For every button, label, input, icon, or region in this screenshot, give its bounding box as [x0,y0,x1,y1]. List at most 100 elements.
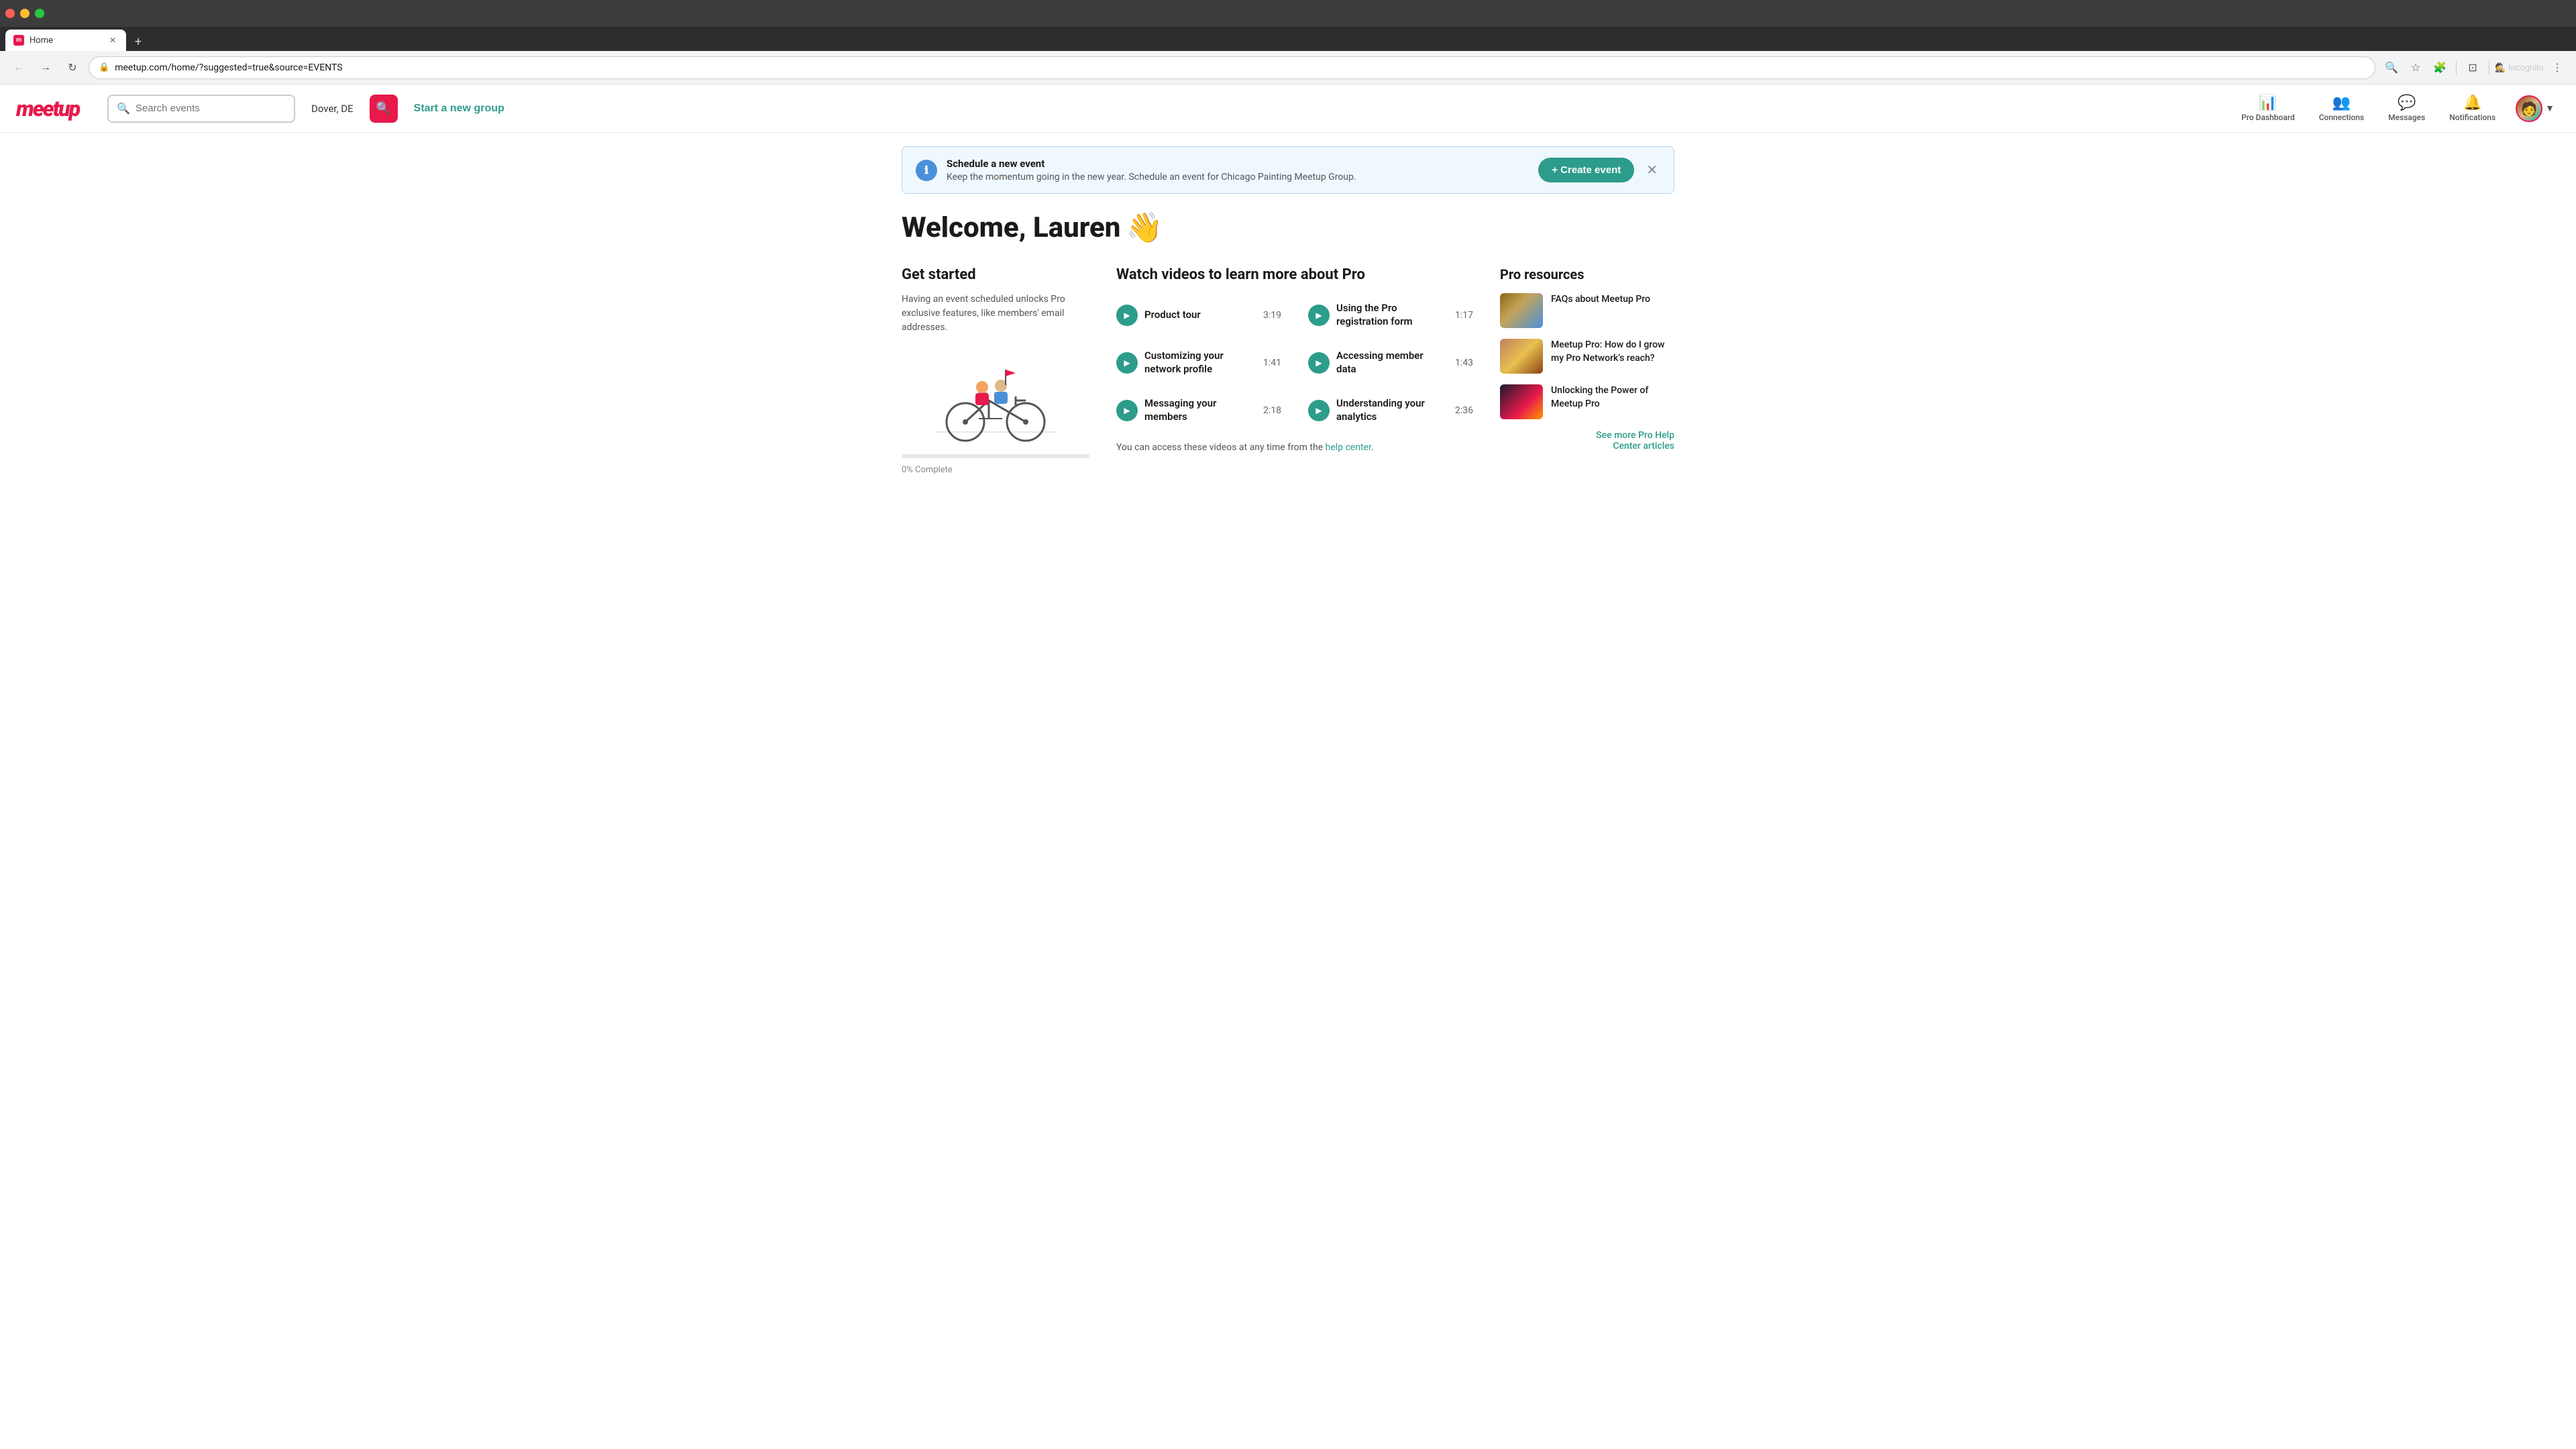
resource-item[interactable]: Unlocking the Power of Meetup Pro [1500,384,1674,419]
header-nav: 📊 Pro Dashboard 👥 Connections 💬 Messages… [2232,91,2560,126]
play-button: ▶ [1116,305,1138,326]
banner-text: Schedule a new event Keep the momentum g… [947,158,1529,182]
help-center-link[interactable]: help center [1326,442,1371,453]
resource-item[interactable]: FAQs about Meetup Pro [1500,293,1674,328]
play-button: ▶ [1116,352,1138,374]
progress-section: 0% Complete [902,454,1089,475]
video-item[interactable]: ▶ Using the Pro registration form 1:17 [1308,297,1473,333]
video-info: Understanding your analytics [1336,397,1440,423]
resource-item[interactable]: Meetup Pro: How do I grow my Pro Network… [1500,339,1674,374]
chevron-down-icon: ▼ [2545,103,2555,114]
video-title: Understanding your analytics [1336,397,1440,423]
banner-close-button[interactable]: ✕ [1644,162,1660,178]
video-item[interactable]: ▶ Accessing member data 1:43 [1308,344,1473,381]
video-duration: 1:43 [1447,358,1473,368]
video-info: Product tour [1144,309,1248,322]
welcome-text: Welcome, Lauren [902,211,1120,244]
video-duration: 3:19 [1255,310,1281,321]
get-started-section: Get started Having an event scheduled un… [902,266,1089,475]
notification-banner: ℹ Schedule a new event Keep the momentum… [902,146,1674,194]
video-duration: 1:17 [1447,310,1473,321]
window-controls [5,9,44,18]
resource-title: Meetup Pro: How do I grow my Pro Network… [1551,339,1674,374]
progress-bar-container [902,454,1089,458]
window-minimize-button[interactable] [20,9,30,18]
back-button[interactable]: ← [8,57,30,78]
video-item[interactable]: ▶ Messaging your members 2:18 [1116,392,1281,429]
main-content: ℹ Schedule a new event Keep the momentum… [885,133,1690,488]
team-bike-svg [928,355,1063,442]
content-grid: Get started Having an event scheduled un… [902,266,1674,475]
see-more-line1: See more Pro Help [1596,430,1674,441]
meetup-logo[interactable]: meetup [16,96,97,121]
extensions-button[interactable]: 🧩 [2429,57,2451,78]
more-menu-button[interactable]: ⋮ [2546,57,2568,78]
browser-titlebar [0,0,2576,27]
video-title: Messaging your members [1144,397,1248,423]
videos-footer: You can access these videos at any time … [1116,442,1473,453]
location-display[interactable]: Dover, DE [306,103,359,115]
nav-connections[interactable]: 👥 Connections [2310,91,2373,126]
dashboard-icon: 📊 [2259,95,2277,111]
play-button: ▶ [1308,305,1330,326]
user-avatar-container[interactable]: 🧑 ▼ [2510,93,2560,125]
connections-icon: 👥 [2332,95,2351,111]
video-duration: 1:41 [1255,358,1281,368]
video-info: Customizing your network profile [1144,350,1248,376]
nav-pro-dashboard[interactable]: 📊 Pro Dashboard [2232,91,2304,126]
video-title: Accessing member data [1336,350,1440,376]
active-tab[interactable]: m Home ✕ [5,30,126,51]
resource-thumbnail [1500,384,1543,419]
search-icon: 🔍 [117,102,130,115]
search-submit-button[interactable]: 🔍 [370,95,398,123]
search-input[interactable] [136,103,286,114]
window-maximize-button[interactable] [35,9,44,18]
bookmark-button[interactable]: ☆ [2405,57,2426,78]
welcome-heading: Welcome, Lauren 👋 [902,210,1674,245]
pro-resources-title: Pro resources [1500,266,1674,282]
video-title: Customizing your network profile [1144,350,1248,376]
connections-label: Connections [2319,113,2364,122]
reload-button[interactable]: ↻ [62,57,83,78]
video-item[interactable]: ▶ Product tour 3:19 [1116,297,1281,333]
notifications-icon: 🔔 [2463,95,2481,111]
messages-icon: 💬 [2398,95,2416,111]
address-bar[interactable]: 🔒 meetup.com/home/?suggested=true&source… [89,56,2375,79]
nav-messages[interactable]: 💬 Messages [2379,91,2434,126]
address-url: meetup.com/home/?suggested=true&source=E… [115,62,2365,73]
profile-switcher-button[interactable]: ⊡ [2462,57,2483,78]
videos-title: Watch videos to learn more about Pro [1116,266,1473,283]
video-duration: 2:18 [1255,405,1281,416]
resource-title: FAQs about Meetup Pro [1551,293,1650,328]
see-more-link[interactable]: See more Pro Help Center articles [1500,430,1674,451]
video-item[interactable]: ▶ Understanding your analytics 2:36 [1308,392,1473,429]
nav-notifications[interactable]: 🔔 Notifications [2440,91,2505,126]
videos-footer-suffix: . [1371,442,1374,453]
pro-dashboard-label: Pro Dashboard [2241,113,2295,122]
video-item[interactable]: ▶ Customizing your network profile 1:41 [1116,344,1281,381]
window-close-button[interactable] [5,9,15,18]
play-button: ▶ [1308,352,1330,374]
create-event-button[interactable]: + Create event [1538,158,1634,182]
forward-button[interactable]: → [35,57,56,78]
videos-footer-prefix: You can access these videos at any time … [1116,442,1326,453]
site-header: meetup 🔍 Dover, DE 🔍 Start a new group 📊… [0,85,2576,133]
tab-close-button[interactable]: ✕ [107,35,118,46]
toolbar-actions: 🔍 ☆ 🧩 ⊡ 🕵 Incognito ⋮ [2381,57,2568,78]
search-bar-container: 🔍 [107,95,295,123]
new-tab-button[interactable]: + [129,32,148,51]
video-title: Using the Pro registration form [1336,302,1440,328]
pro-resources-list: FAQs about Meetup Pro Meetup Pro: How do… [1500,293,1674,419]
resource-thumbnail [1500,293,1543,328]
welcome-section: Welcome, Lauren 👋 [902,210,1674,245]
search-toolbar-button[interactable]: 🔍 [2381,57,2402,78]
toolbar-separator [2456,60,2457,75]
play-button: ▶ [1308,400,1330,421]
banner-title: Schedule a new event [947,158,1529,170]
tab-bar: m Home ✕ + [0,27,2576,51]
start-new-group-button[interactable]: Start a new group [409,103,510,115]
wave-emoji: 👋 [1126,210,1163,245]
progress-label: 0% Complete [902,465,953,475]
videos-grid: ▶ Product tour 3:19 ▶ Using the Pro regi… [1116,297,1473,429]
see-more-line2: Center articles [1613,441,1674,451]
